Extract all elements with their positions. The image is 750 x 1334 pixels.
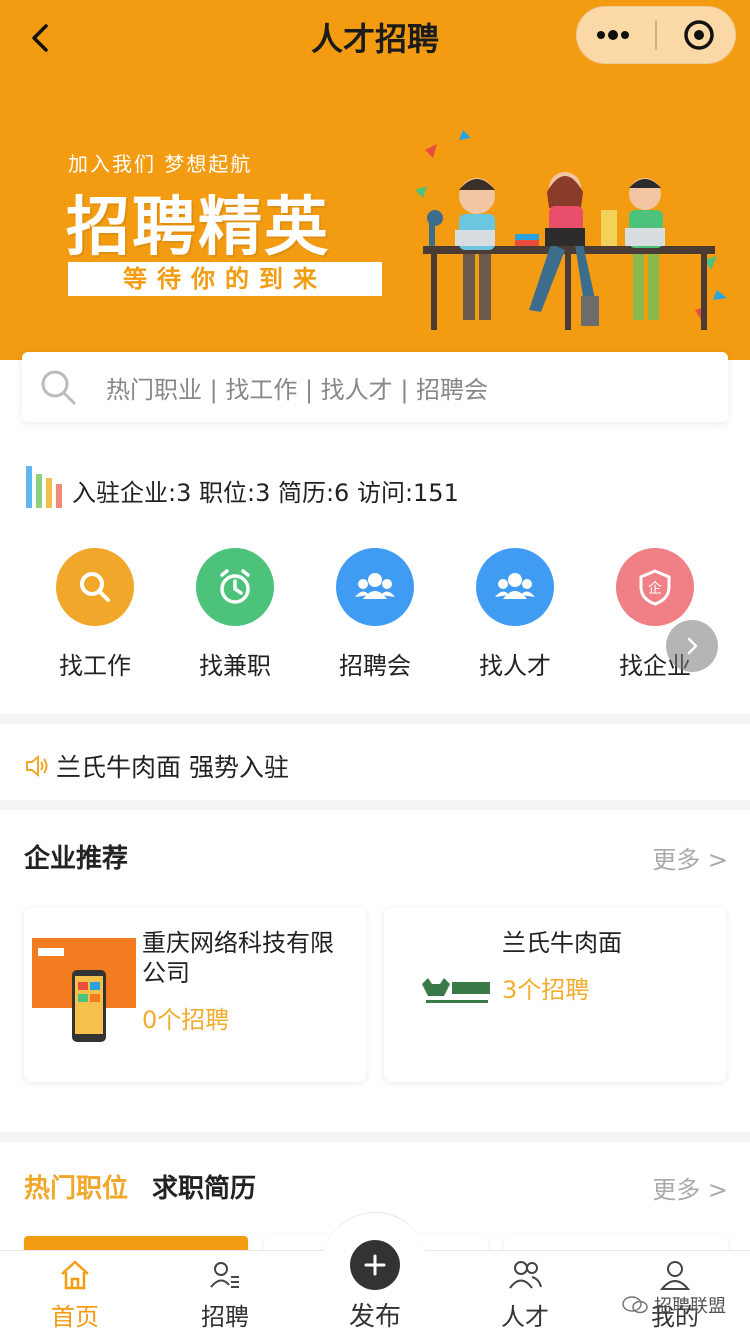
quick-part-time[interactable]: 找兼职 [160, 548, 310, 681]
target-icon [684, 20, 714, 50]
office-illustration [415, 130, 727, 330]
banner-strip: 等待你的到来 [68, 262, 382, 296]
tab-label: 首页 [51, 1303, 99, 1331]
quick-find-job[interactable]: 找工作 [20, 548, 170, 681]
section-divider [0, 714, 750, 724]
search-icon [36, 365, 80, 409]
user-icon [620, 1255, 730, 1295]
announcement-bar[interactable]: 兰氏牛肉面 强势入驻 [24, 748, 289, 784]
company-logo [32, 938, 136, 1048]
quick-label: 找人才 [479, 652, 551, 680]
tabbar-recruit[interactable]: 招聘 [170, 1255, 280, 1332]
chevron-right-icon [687, 637, 698, 655]
jobs-more-link[interactable]: 更多 > [652, 1170, 728, 1205]
people-icon [336, 548, 414, 626]
mini-program-capsule [576, 6, 736, 64]
wechat-icon [622, 1296, 648, 1314]
company-card[interactable]: 兰氏牛肉面 3个招聘 [384, 908, 726, 1082]
search-bar[interactable]: 热门职业 | 找工作 | 找人才 | 招聘会 [22, 352, 728, 422]
company-card[interactable]: 重庆网络科技有限公司 0个招聘 [24, 908, 366, 1082]
people-icon [476, 548, 554, 626]
company-job-count: 3个招聘 [502, 976, 590, 1004]
header-banner: 人才招聘 加入我们 梦想起航 招聘精英 等待你的到来 [0, 0, 750, 360]
bar-chart-icon [26, 466, 62, 508]
close-mini-program-button[interactable] [669, 13, 729, 57]
announcement-text: 兰氏牛肉面 强势入驻 [56, 753, 289, 782]
users-icon [470, 1255, 580, 1295]
banner-slogan: 加入我们 梦想起航 [68, 152, 253, 176]
tab-hot-jobs[interactable]: 热门职位 [24, 1168, 128, 1205]
svg-text:企: 企 [648, 580, 662, 597]
tabbar-talent[interactable]: 人才 [470, 1255, 580, 1332]
quick-label: 找兼职 [199, 652, 271, 680]
stats-text: 入驻企业:3 职位:3 简历:6 访问:151 [72, 479, 459, 507]
quick-find-talent[interactable]: 找人才 [440, 548, 590, 681]
tab-label: 人才 [501, 1303, 549, 1331]
company-job-count: 0个招聘 [142, 1006, 230, 1034]
quick-label: 找工作 [59, 652, 131, 680]
quick-label: 招聘会 [339, 652, 411, 680]
tab-label: 招聘 [201, 1303, 249, 1331]
banner-headline: 招聘精英 [66, 191, 330, 265]
watermark: 招聘联盟 [622, 1292, 726, 1318]
site-stats: 入驻企业:3 职位:3 简历:6 访问:151 [24, 464, 459, 510]
capsule-divider [655, 20, 657, 50]
person-list-icon [170, 1255, 280, 1295]
section-divider [0, 800, 750, 810]
quick-next-button[interactable] [666, 620, 718, 672]
company-name: 重庆网络科技有限公司 [142, 929, 334, 987]
search-placeholder: 热门职业 | 找工作 | 找人才 | 招聘会 [106, 375, 489, 404]
quick-job-fair[interactable]: 招聘会 [300, 548, 450, 681]
tab-resumes[interactable]: 求职简历 [152, 1168, 256, 1205]
companies-more-link[interactable]: 更多 > [652, 840, 728, 875]
company-name: 兰氏牛肉面 [502, 929, 622, 957]
shield-icon: 企 [616, 548, 694, 626]
tab-label: 发布 [348, 1302, 401, 1332]
search-icon [56, 548, 134, 626]
watermark-text: 招聘联盟 [654, 1296, 726, 1317]
home-icon [20, 1255, 130, 1295]
nav-bar: 人才招聘 [0, 0, 750, 76]
more-dots-icon [597, 30, 629, 40]
plus-icon [350, 1240, 400, 1290]
company-logo [392, 938, 496, 1048]
section-divider [0, 1132, 750, 1142]
quick-entries: 找工作 找兼职 招聘会 找人才 企 找企业 [20, 548, 750, 688]
tabbar-home[interactable]: 首页 [20, 1255, 130, 1332]
more-button[interactable] [583, 13, 643, 57]
tabbar-publish[interactable]: 发布 [320, 1240, 430, 1333]
speaker-icon [26, 754, 48, 778]
companies-section-title: 企业推荐 [24, 844, 129, 874]
alarm-clock-icon [196, 548, 274, 626]
